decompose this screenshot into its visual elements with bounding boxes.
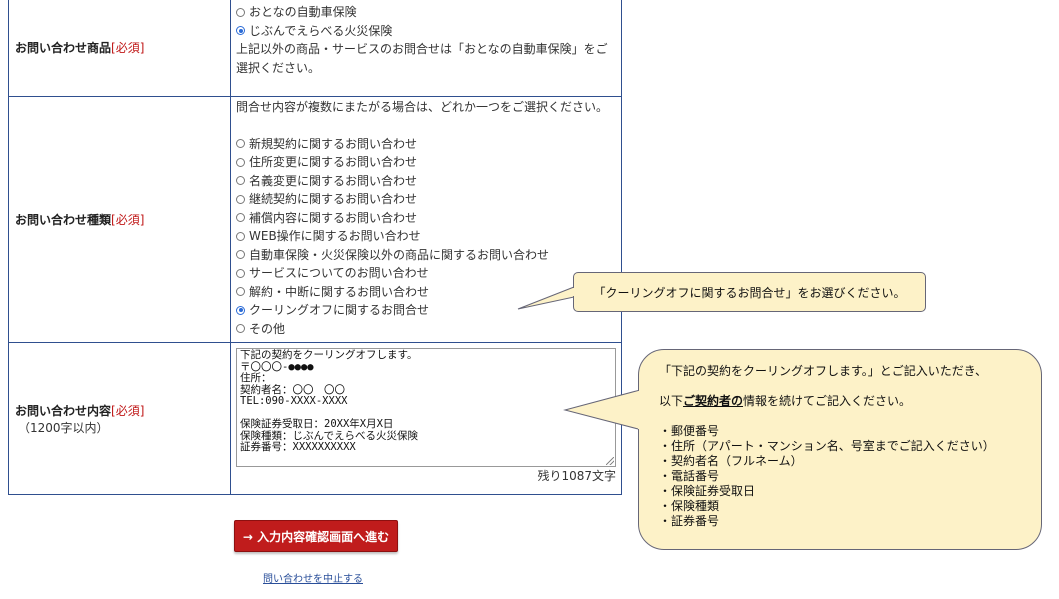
radio-unchecked-icon[interactable] (236, 176, 245, 186)
product-note-line1: 上記以外の商品・サービスのお問合せは「おとなの自動車保険」をご (236, 42, 608, 56)
radio-option-label: サービスについてのお問い合わせ (249, 266, 429, 280)
resize-handle-icon[interactable] (606, 457, 614, 465)
radio-option-label: クーリングオフに関するお問合せ (249, 303, 430, 317)
radio-option[interactable]: 継続契約に関するお問い合わせ (236, 190, 616, 209)
callout2-list-item: ・電話番号 (659, 469, 720, 483)
callout2-list-item: ・証券番号 (659, 514, 720, 528)
radio-unchecked-icon[interactable] (236, 268, 245, 278)
callout2-line2: 以下ご契約者の情報を続けてご記入ください。 (659, 394, 1041, 409)
radio-option[interactable]: じぶんでえらべる火災保険 (236, 22, 616, 41)
content-label-cell: お問い合わせ内容[必須] （1200字以内） (8, 342, 231, 495)
callout2-line2-pre: 以下 (659, 394, 684, 408)
product-row: お問い合わせ商品[必須] おとなの自動車保険じぶんでえらべる火災保険 上記以外の… (8, 0, 622, 97)
content-label: お問い合わせ内容 (15, 403, 112, 418)
required-mark: [必須] (111, 212, 145, 227)
radio-option-label: じぶんでえらべる火災保険 (249, 23, 393, 38)
required-mark: [必須] (111, 403, 145, 418)
radio-unchecked-icon[interactable] (236, 139, 245, 149)
callout2-list-item: ・住所（アパート・マンション名、号室までご記入ください） (659, 439, 995, 453)
radio-option[interactable]: 名義変更に関するお問い合わせ (236, 172, 616, 191)
radio-checked-icon[interactable] (236, 305, 245, 315)
radio-option[interactable]: 解約・中断に関するお問い合わせ (236, 283, 616, 302)
radio-option-label: おとなの自動車保険 (249, 5, 357, 19)
product-field: おとなの自動車保険じぶんでえらべる火災保険 上記以外の商品・サービスのお問合せは… (230, 0, 622, 97)
content-textarea[interactable]: 下記の契約をクーリングオフします。 〒〇〇〇-●●●● 住所： 契約者名：〇〇 … (236, 348, 616, 467)
radio-option-label: 自動車保険・火災保険以外の商品に関するお問い合わせ (249, 247, 550, 262)
radio-option-label: 名義変更に関するお問い合わせ (249, 173, 418, 188)
radio-unchecked-icon[interactable] (236, 324, 245, 334)
radio-checked-icon[interactable] (236, 26, 245, 36)
product-note: 上記以外の商品・サービスのお問合せは「おとなの自動車保険」をご 選択ください。 (236, 40, 616, 77)
radio-unchecked-icon[interactable] (236, 7, 245, 17)
type-label: お問い合わせ種類 (15, 212, 112, 227)
radio-unchecked-icon[interactable] (236, 213, 245, 223)
remaining-count: 残り1087文字 (537, 469, 616, 483)
product-options: おとなの自動車保険じぶんでえらべる火災保険 (236, 3, 616, 40)
callout2-list-item: ・郵便番号 (659, 424, 720, 438)
callout2-line2-post: 情報を続けてご記入ください。 (743, 394, 912, 408)
radio-unchecked-icon[interactable] (236, 157, 245, 167)
radio-option-label: 継続契約に関するお問い合わせ (249, 192, 418, 206)
type-field: 問合せ内容が複数にまたがる場合は、どれか一つをご選択ください。 新規契約に関する… (230, 95, 622, 343)
product-label: お問い合わせ商品 (15, 41, 112, 56)
radio-option-label: 新規契約に関するお問い合わせ (249, 136, 418, 151)
radio-option-label: WEB操作に関するお問い合わせ (249, 229, 421, 243)
radio-option[interactable]: 新規契約に関するお問い合わせ (236, 135, 616, 154)
type-row: お問い合わせ種類[必須] 問合せ内容が複数にまたがる場合は、どれか一つをご選択く… (8, 95, 622, 343)
radio-option[interactable]: 補償内容に関するお問い合わせ (236, 209, 616, 228)
type-label-cell: お問い合わせ種類[必須] (8, 95, 231, 343)
callout2-list-item: ・契約者名（フルネーム） (659, 454, 803, 468)
callout1-text: 「クーリングオフに関するお問合せ」をお選びください。 (593, 285, 906, 300)
radio-option[interactable]: 自動車保険・火災保険以外の商品に関するお問い合わせ (236, 246, 616, 265)
radio-option[interactable]: 住所変更に関するお問い合わせ (236, 153, 616, 172)
radio-option-label: 住所変更に関するお問い合わせ (249, 155, 418, 169)
callout2-line1: 「下記の契約をクーリングオフします。」とご記入いただき、 (659, 364, 987, 378)
callout-select-cooling-off: 「クーリングオフに関するお問合せ」をお選びください。 (573, 272, 926, 312)
radio-unchecked-icon[interactable] (236, 250, 245, 260)
callout2-line2-emphasis: ご契約者の (683, 394, 744, 408)
content-field: 下記の契約をクーリングオフします。 〒〇〇〇-●●●● 住所： 契約者名：〇〇 … (230, 342, 622, 495)
radio-option[interactable]: WEB操作に関するお問い合わせ (236, 227, 616, 246)
radio-option-label: 解約・中断に関するお問い合わせ (249, 284, 430, 299)
type-options: 新規契約に関するお問い合わせ 住所変更に関するお問い合わせ 名義変更に関するお問い合… (236, 135, 616, 339)
type-intro: 問合せ内容が複数にまたがる場合は、どれか一つをご選択ください。 (236, 99, 609, 114)
inquiry-form-table: お問い合わせ商品[必須] おとなの自動車保険 じぶんでえらべる火災保険 上記以外の… (8, 0, 622, 495)
callout2-items: ・郵便番号 ・住所（アパート・マンション名、号室までご記入ください） ・契約者名（フ… (659, 424, 1041, 529)
radio-option[interactable]: おとなの自動車保険 (236, 3, 616, 22)
content-limit: （1200字以内） (18, 420, 109, 435)
product-label-cell: お問い合わせ商品[必須] (8, 0, 231, 97)
callout2-list-item: ・保険種類 (659, 499, 720, 513)
radio-option-label: 補償内容に関するお問い合わせ (249, 210, 418, 225)
content-row: お問い合わせ内容[必須] （1200字以内） 下記の契約をクーリングオフします。… (8, 342, 622, 495)
product-note-line2: 選択ください。 (236, 60, 321, 75)
required-mark: [必須] (111, 41, 145, 56)
cancel-link[interactable]: 問い合わせを中止する (263, 570, 363, 585)
radio-option-label: その他 (249, 321, 286, 336)
callout-textarea-instructions: 「下記の契約をクーリングオフします。」とご記入いただき、 以下ご契約者の情報を続… (638, 349, 1042, 550)
radio-unchecked-icon[interactable] (236, 194, 245, 204)
confirm-button[interactable]: → 入力内容確認画面へ進む (234, 520, 398, 552)
radio-option[interactable]: クーリングオフに関するお問合せ (236, 301, 616, 320)
radio-unchecked-icon[interactable] (236, 287, 245, 297)
radio-unchecked-icon[interactable] (236, 231, 245, 241)
callout2-list-item: ・保険証券受取日 (659, 484, 756, 498)
radio-option[interactable]: サービスについてのお問い合わせ (236, 264, 616, 283)
radio-option[interactable]: その他 (236, 320, 616, 339)
